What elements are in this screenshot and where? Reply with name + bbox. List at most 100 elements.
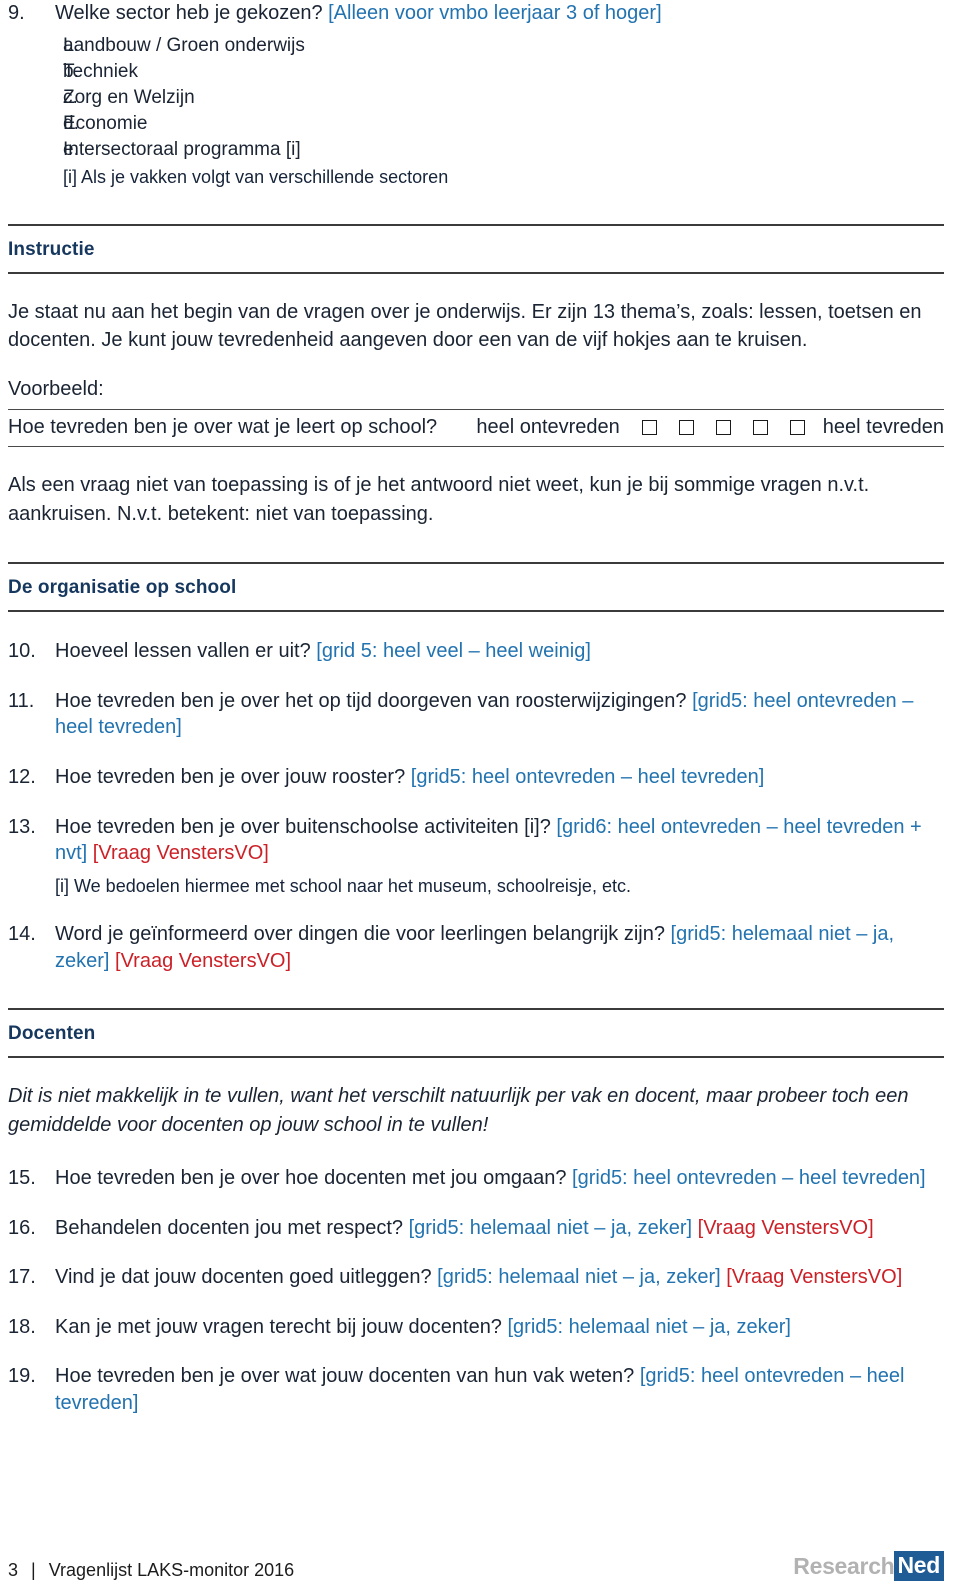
example-rule-bottom bbox=[8, 446, 944, 448]
question-15-body: Hoe tevreden ben je over hoe docenten me… bbox=[55, 1165, 944, 1192]
question-13-body: Hoe tevreden ben je over buitenschoolse … bbox=[55, 814, 944, 898]
question-17-body: Vind je dat jouw docenten goed uitleggen… bbox=[55, 1264, 944, 1291]
question-15-number: 15. bbox=[8, 1167, 36, 1190]
docenten-section: Docenten Dit is niet makkelijk in te vul… bbox=[8, 1008, 944, 1416]
checkbox-4[interactable] bbox=[752, 420, 768, 436]
docenten-question-list: 15. Hoe tevreden ben je over hoe docente… bbox=[8, 1165, 944, 1417]
researchned-logo: Research Ned bbox=[793, 1551, 944, 1581]
question-16-grid: [grid5: helemaal niet – ja, zeker] bbox=[408, 1216, 693, 1239]
question-16-text: Behandelen docenten jou met respect? bbox=[55, 1216, 409, 1239]
question-14: 14. Word je geïnformeerd over dingen die… bbox=[8, 921, 944, 974]
question-18: 18. Kan je met jouw vragen terecht bij j… bbox=[8, 1314, 944, 1341]
example-question: Hoe tevreden ben je over wat je leert op… bbox=[8, 416, 438, 439]
question-11-text: Hoe tevreden ben je over het op tijd doo… bbox=[55, 689, 693, 712]
option-a[interactable]: a. Landbouw / Groen onderwijs bbox=[8, 33, 944, 58]
question-17: 17. Vind je dat jouw docenten goed uitle… bbox=[8, 1264, 944, 1291]
question-12-grid: [grid5: heel ontevreden – heel tevreden] bbox=[410, 766, 765, 789]
checkbox-3[interactable] bbox=[715, 420, 731, 436]
question-17-vensters: [Vraag VenstersVO] bbox=[720, 1266, 903, 1289]
page-content: 9. Welke sector heb je gekozen? [Alleen … bbox=[0, 0, 960, 1417]
question-9-block: 9. Welke sector heb je gekozen? [Alleen … bbox=[8, 0, 944, 190]
question-19: 19. Hoe tevreden ben je over wat jouw do… bbox=[8, 1363, 944, 1416]
question-18-body: Kan je met jouw vragen terecht bij jouw … bbox=[55, 1314, 944, 1341]
question-15-grid: [grid5: heel ontevreden – heel tevreden] bbox=[572, 1167, 926, 1190]
example-block: Hoe tevreden ben je over wat je leert op… bbox=[8, 409, 944, 448]
option-c[interactable]: c. Zorg en Welzijn bbox=[8, 85, 944, 110]
question-10-text: Hoeveel lessen vallen er uit? bbox=[55, 640, 317, 663]
question-9-text: Welke sector heb je gekozen? [Alleen voo… bbox=[55, 0, 944, 26]
question-13-text: Hoe tevreden ben je over buitenschoolse … bbox=[55, 815, 557, 838]
logo-ned-text: Ned bbox=[894, 1551, 944, 1581]
docenten-intro: Dit is niet makkelijk in te vullen, want… bbox=[8, 1085, 909, 1136]
option-c-letter: c. bbox=[63, 87, 78, 109]
option-c-label: Zorg en Welzijn bbox=[63, 87, 195, 109]
option-b[interactable]: b. Techniek bbox=[8, 59, 944, 84]
option-b-label: Techniek bbox=[63, 61, 138, 83]
question-10-body: Hoeveel lessen vallen er uit? [grid 5: h… bbox=[55, 638, 944, 665]
question-17-text: Vind je dat jouw docenten goed uitleggen… bbox=[55, 1266, 438, 1289]
question-17-number: 17. bbox=[8, 1266, 36, 1289]
question-10-number: 10. bbox=[8, 640, 36, 663]
checkbox-1[interactable] bbox=[641, 420, 657, 436]
organisatie-question-list: 10. Hoeveel lessen vallen er uit? [grid … bbox=[8, 638, 944, 974]
example-row: Hoe tevreden ben je over wat je leert op… bbox=[8, 410, 944, 446]
docenten-heading: Docenten bbox=[8, 1023, 96, 1045]
option-d[interactable]: d. Economie bbox=[8, 111, 944, 136]
question-14-text: Word je geïnformeerd over dingen die voo… bbox=[55, 923, 671, 946]
example-checkbox-group bbox=[641, 420, 805, 436]
question-19-body: Hoe tevreden ben je over wat jouw docent… bbox=[55, 1363, 944, 1416]
option-e-label: Intersectoraal programma [i] bbox=[63, 139, 301, 161]
option-e-letter: e. bbox=[63, 139, 79, 161]
question-15: 15. Hoe tevreden ben je over hoe docente… bbox=[8, 1165, 944, 1192]
instructie-paragraph: Je staat nu aan het begin van de vragen … bbox=[8, 300, 922, 352]
question-9-row: 9. Welke sector heb je gekozen? [Alleen … bbox=[8, 0, 944, 26]
question-11: 11. Hoe tevreden ben je over het op tijd… bbox=[8, 688, 944, 741]
organisatie-rule-bottom bbox=[8, 610, 944, 613]
question-12-body: Hoe tevreden ben je over jouw rooster? [… bbox=[55, 764, 944, 791]
checkbox-2[interactable] bbox=[678, 420, 694, 436]
instructie-rule-bottom bbox=[8, 271, 944, 274]
question-9-footnote: [i] Als je vakken volgt van verschillend… bbox=[63, 167, 449, 188]
question-16-number: 16. bbox=[8, 1216, 36, 1239]
footer-left: 3 | Vragenlijst LAKS-monitor 2016 bbox=[8, 1560, 294, 1581]
document-page: 9. Welke sector heb je gekozen? [Alleen … bbox=[0, 0, 960, 1595]
question-10: 10. Hoeveel lessen vallen er uit? [grid … bbox=[8, 638, 944, 665]
question-13: 13. Hoe tevreden ben je over buitenschoo… bbox=[8, 814, 944, 898]
option-b-letter: b. bbox=[63, 61, 79, 83]
question-15-text: Hoe tevreden ben je over hoe docenten me… bbox=[55, 1167, 573, 1190]
question-18-number: 18. bbox=[8, 1315, 36, 1338]
option-a-label: Landbouw / Groen onderwijs bbox=[63, 35, 305, 56]
nvt-paragraph: Als een vraag niet van toepassing is of … bbox=[8, 474, 870, 525]
question-13-footnote: [i] We bedoelen hiermee met school naar … bbox=[55, 875, 631, 896]
question-12-text: Hoe tevreden ben je over jouw rooster? bbox=[55, 766, 411, 789]
question-16-vensters: [Vraag VenstersVO] bbox=[692, 1216, 874, 1239]
docenten-rule-bottom bbox=[8, 1056, 944, 1059]
question-9-options: a. Landbouw / Groen onderwijs b. Technie… bbox=[8, 33, 944, 190]
question-11-number: 11. bbox=[8, 689, 35, 712]
option-e[interactable]: e. Intersectoraal programma [i] bbox=[8, 137, 944, 162]
option-a-letter: a. bbox=[63, 35, 79, 56]
question-14-vensters: [Vraag VenstersVO] bbox=[109, 949, 292, 972]
example-scale: heel ontevreden heel tevreden bbox=[476, 416, 944, 439]
question-16-body: Behandelen docenten jou met respect? [gr… bbox=[55, 1215, 944, 1242]
page-footer: 3 | Vragenlijst LAKS-monitor 2016 Resear… bbox=[0, 1551, 960, 1581]
question-9-tag: [Alleen voor vmbo leerjaar 3 of hoger] bbox=[328, 2, 662, 24]
question-18-grid: [grid5: helemaal niet – ja, zeker] bbox=[507, 1315, 792, 1338]
question-13-vensters: [Vraag VenstersVO] bbox=[87, 842, 269, 865]
question-12-number: 12. bbox=[8, 766, 36, 789]
question-14-body: Word je geïnformeerd over dingen die voo… bbox=[55, 921, 944, 974]
option-d-letter: d. bbox=[63, 113, 79, 135]
logo-research-text: Research bbox=[793, 1552, 895, 1579]
question-16: 16. Behandelen docenten jou met respect?… bbox=[8, 1215, 944, 1242]
question-9-label: Welke sector heb je gekozen? bbox=[55, 2, 329, 24]
example-left-label: heel ontevreden bbox=[476, 416, 620, 439]
option-d-label: Economie bbox=[63, 113, 148, 135]
organisatie-section: De organisatie op school 10. Hoeveel les… bbox=[8, 562, 944, 974]
checkbox-5[interactable] bbox=[789, 420, 805, 436]
footer-page-number: 3 bbox=[8, 1560, 19, 1580]
question-19-text: Hoe tevreden ben je over wat jouw docent… bbox=[55, 1365, 640, 1388]
question-13-number: 13. bbox=[8, 815, 36, 838]
question-19-number: 19. bbox=[8, 1365, 36, 1388]
instructie-section: Instructie Je staat nu aan het begin van… bbox=[8, 223, 944, 529]
question-14-number: 14. bbox=[8, 923, 36, 946]
